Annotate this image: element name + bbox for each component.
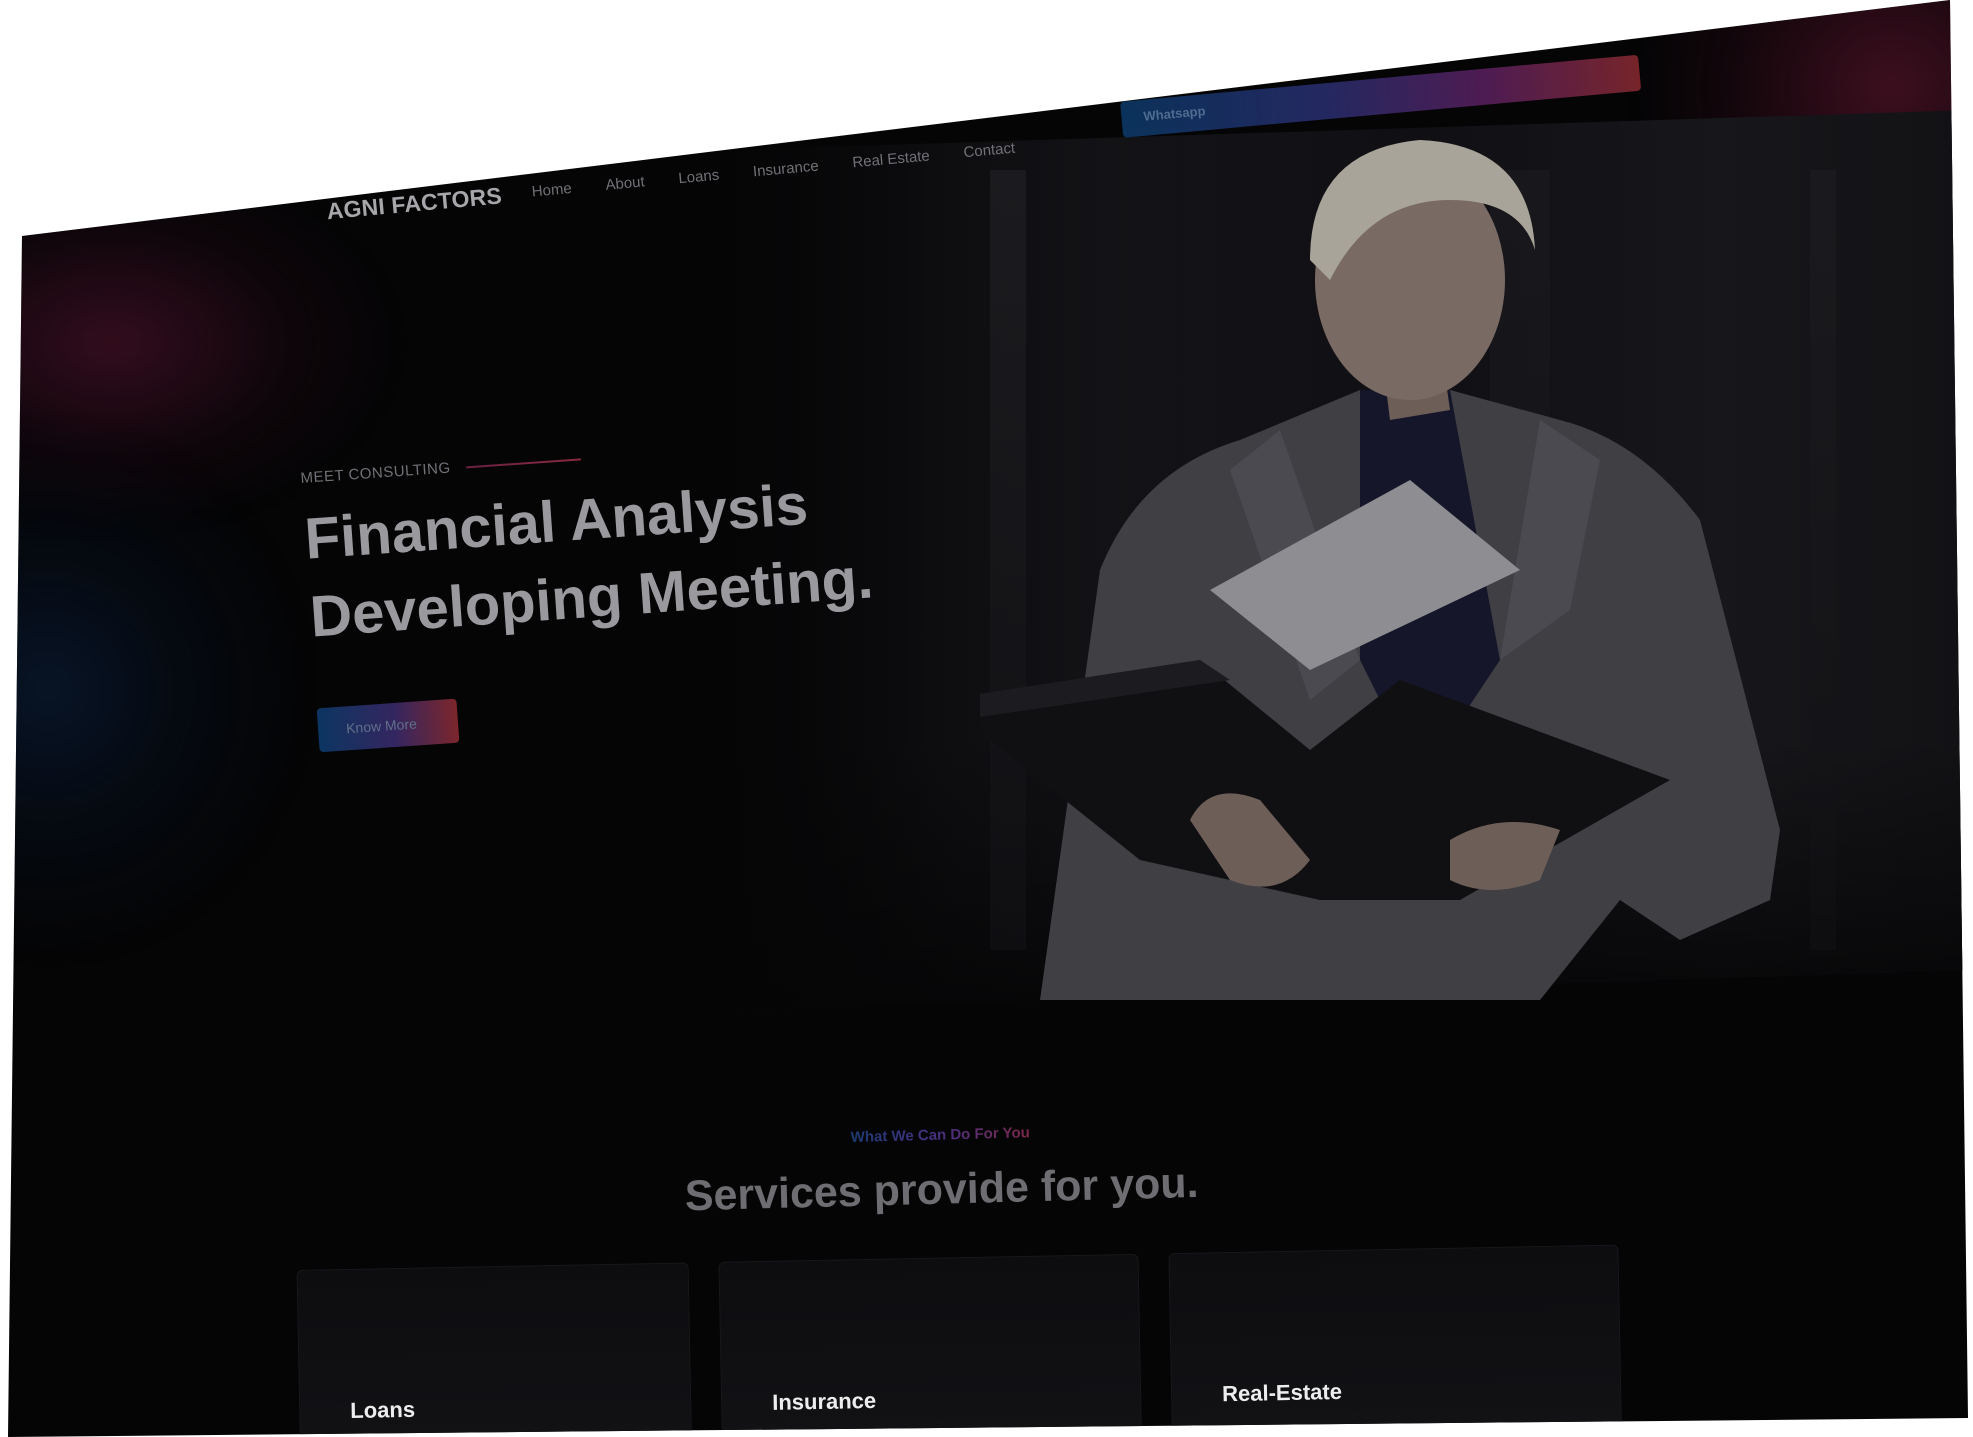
page: AGNI FACTORS Home About Loans Insurance … xyxy=(0,0,1973,1437)
service-card-label: Loans xyxy=(350,1396,416,1423)
whatsapp-button[interactable]: Whatsapp xyxy=(1120,54,1642,138)
services-tag: What We Can Do For You xyxy=(838,1120,1042,1150)
nav-links: Home About Loans Insurance Real Estate C… xyxy=(531,140,1016,201)
service-cards: Loans Insurance Real-Estate xyxy=(296,1214,1630,1437)
know-more-label: Know More xyxy=(345,715,418,737)
background-glow-left xyxy=(8,430,300,950)
businesswoman-illustration xyxy=(980,140,1780,1000)
website-screen: AGNI FACTORS Home About Loans Insurance … xyxy=(8,0,1968,1437)
service-card-label: Insurance xyxy=(771,1387,877,1415)
hero-content: MEET CONSULTING Financial Analysis Devel… xyxy=(300,421,1018,757)
service-card-label: Real-Estate xyxy=(1221,1378,1343,1407)
whatsapp-button-label: Whatsapp xyxy=(1142,103,1207,124)
nav-real-estate[interactable]: Real Estate xyxy=(852,147,931,171)
nav-insurance[interactable]: Insurance xyxy=(752,158,819,181)
service-card-real-estate[interactable]: Real-Estate xyxy=(1168,1244,1623,1437)
service-card-insurance[interactable]: Insurance xyxy=(718,1253,1143,1437)
services-title: Services provide for you. xyxy=(684,1158,1200,1221)
eyebrow-divider xyxy=(466,457,582,468)
services-header: What We Can Do For You Services provide … xyxy=(660,1115,1222,1222)
service-card-loans[interactable]: Loans xyxy=(296,1262,693,1437)
logo[interactable]: AGNI FACTORS xyxy=(326,182,503,225)
nav-home[interactable]: Home xyxy=(531,180,572,201)
know-more-button[interactable]: Know More xyxy=(316,698,460,753)
nav-about[interactable]: About xyxy=(605,173,646,193)
hero-title: Financial Analysis Developing Meeting. xyxy=(302,452,1011,656)
nav-contact[interactable]: Contact xyxy=(963,140,1016,162)
nav-loans[interactable]: Loans xyxy=(678,167,720,188)
